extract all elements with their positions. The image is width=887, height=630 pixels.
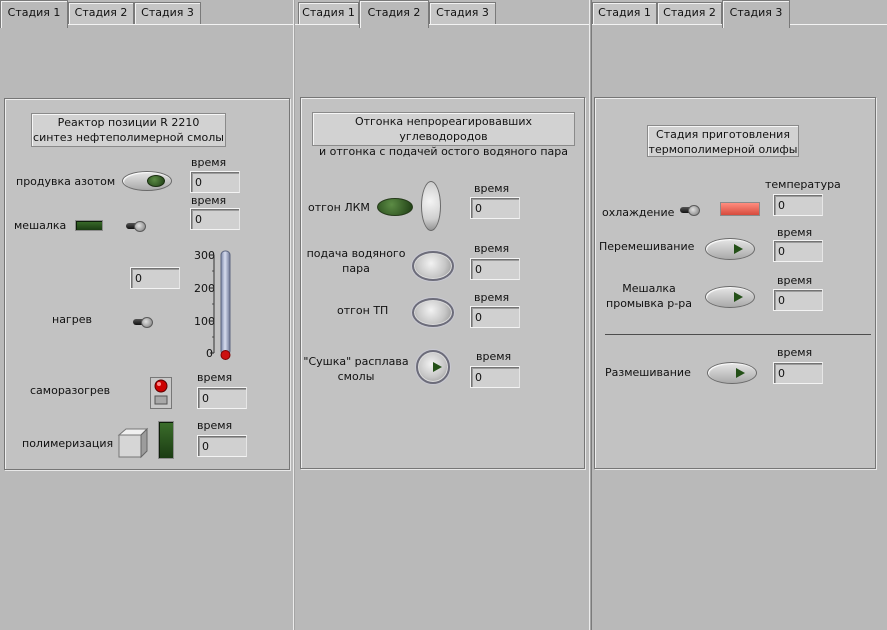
drying-label: "Сушка" расплава смолы — [301, 354, 411, 384]
thermometer-gauge — [210, 250, 231, 360]
panel-title: Отгонка непрореагировавших углеводородов… — [312, 112, 575, 158]
wash-time-field[interactable]: 0 — [773, 289, 823, 311]
reactor-panel: Реактор позиции R 2210 синтез нефтеполим… — [4, 98, 290, 470]
title-line-1: Реактор позиции R 2210 — [57, 116, 200, 129]
title-line-2: термополимерной олифы — [648, 143, 798, 156]
stir-time-label: время — [777, 346, 813, 359]
polymer-led — [158, 421, 174, 459]
cooling-toggle-switch[interactable] — [680, 204, 704, 216]
steam-label-line-2: пара — [342, 262, 370, 275]
purge-label: продувка азотом — [16, 175, 116, 188]
thermometer-bulb — [220, 350, 231, 360]
temperature-label: температура — [765, 178, 841, 191]
lkm-label: отгон ЛКМ — [308, 201, 370, 214]
steam-label-line-1: подача водяного — [306, 247, 406, 260]
tab-stage-2[interactable]: Стадия 2 — [359, 0, 429, 28]
selfheat-label: саморазогрев — [30, 384, 111, 397]
purge-time-label: время — [191, 156, 227, 169]
title-line-1: Отгонка непрореагировавших углеводородов — [354, 115, 533, 143]
lkm-led-indicator — [377, 198, 413, 216]
purge-led-icon — [147, 175, 165, 187]
lkm-switch[interactable] — [421, 181, 441, 231]
purge-switch[interactable] — [122, 171, 172, 191]
mixer-time-label: время — [191, 194, 227, 207]
polymer-time-field[interactable]: 0 — [197, 435, 247, 457]
steam-time-field[interactable]: 0 — [470, 258, 520, 280]
wash-label-line-2: промывка р-ра — [606, 297, 692, 310]
steam-label: подача водяного пара — [306, 246, 406, 276]
lkm-time-field[interactable]: 0 — [470, 197, 520, 219]
steam-button[interactable] — [412, 251, 454, 281]
cooling-label: охлаждение — [602, 206, 675, 219]
tab-stage-1[interactable]: Стадия 1 — [298, 2, 359, 24]
stir-play-icon — [736, 368, 745, 378]
mixer-led — [75, 220, 103, 231]
wash-button[interactable] — [705, 286, 755, 308]
temperature-field[interactable]: 0 — [773, 194, 823, 216]
tab-stage-2[interactable]: Стадия 2 — [68, 2, 134, 24]
lkm-time-label: время — [474, 182, 510, 195]
mixer-label: мешалка — [14, 219, 67, 232]
polymer-label: полимеризация — [22, 437, 114, 450]
wash-play-icon — [734, 292, 743, 302]
mixer-toggle-switch[interactable] — [126, 220, 150, 232]
cooling-led — [720, 202, 760, 216]
steam-time-label: время — [474, 242, 510, 255]
purge-time-field[interactable]: 0 — [190, 171, 240, 193]
tab-stage-1[interactable]: Стадия 1 — [592, 2, 657, 24]
tp-label: отгон ТП — [337, 304, 389, 317]
stir-button[interactable] — [707, 362, 757, 384]
drying-time-field[interactable]: 0 — [470, 366, 520, 388]
heating-toggle-switch[interactable] — [133, 316, 157, 328]
selfheat-alarm-icon — [150, 377, 172, 409]
title-line-2: и отгонка с подачей остого водяного пара — [318, 145, 569, 158]
drying-label-line-1: "Сушка" расплава — [303, 355, 409, 368]
heating-label: нагрев — [52, 313, 92, 326]
tab-stage-1[interactable]: Стадия 1 — [0, 0, 68, 28]
tp-time-label: время — [474, 291, 510, 304]
tab-strip: Стадия 1 Стадия 2 Стадия 3 — [0, 0, 295, 28]
mixer-time-field[interactable]: 0 — [190, 208, 240, 230]
drying-button[interactable] — [416, 350, 450, 384]
stage-1-window: Стадия 1 Стадия 2 Стадия 3 Реактор позиц… — [0, 0, 295, 630]
title-line-2: синтез нефтеполимерной смолы — [33, 131, 224, 144]
tp-time-field[interactable]: 0 — [470, 306, 520, 328]
tab-stage-3[interactable]: Стадия 3 — [134, 2, 201, 24]
tab-strip: Стадия 1 Стадия 2 Стадия 3 — [592, 0, 887, 28]
panel-title: Реактор позиции R 2210 синтез нефтеполим… — [31, 113, 226, 147]
stage-3-window: Стадия 1 Стадия 2 Стадия 3 Стадия пригот… — [592, 0, 887, 630]
mixing-time-field[interactable]: 0 — [773, 240, 823, 262]
tab-strip: Стадия 1 Стадия 2 Стадия 3 — [295, 0, 592, 28]
distillation-panel: Отгонка непрореагировавших углеводородов… — [300, 97, 585, 469]
title-line-1: Стадия приготовления — [656, 128, 790, 141]
tab-stage-3[interactable]: Стадия 3 — [429, 2, 496, 24]
stir-label: Размешивание — [605, 366, 691, 379]
mixing-button[interactable] — [705, 238, 755, 260]
drying-time-label: время — [476, 350, 512, 363]
panel-title: Стадия приготовления термополимерной оли… — [647, 125, 799, 157]
selfheat-time-field[interactable]: 0 — [197, 387, 247, 409]
tab-stage-2[interactable]: Стадия 2 — [657, 2, 722, 24]
mixing-time-label: время — [777, 226, 813, 239]
polymer-button-icon[interactable] — [117, 427, 149, 459]
stir-time-field[interactable]: 0 — [773, 362, 823, 384]
wash-label-line-1: Мешалка — [622, 282, 676, 295]
drying-label-line-2: смолы — [337, 370, 375, 383]
tp-button[interactable] — [412, 298, 454, 327]
heat-value-field[interactable]: 0 — [130, 267, 180, 289]
olifa-panel: Стадия приготовления термополимерной оли… — [594, 97, 876, 469]
stage-2-window: Стадия 1 Стадия 2 Стадия 3 Отгонка непро… — [295, 0, 592, 630]
mixing-label: Перемешивание — [599, 240, 695, 253]
polymer-time-label: время — [197, 419, 233, 432]
mixing-play-icon — [734, 244, 743, 254]
separator-line — [605, 334, 871, 335]
tab-stage-3[interactable]: Стадия 3 — [722, 0, 790, 28]
drying-play-icon — [433, 362, 442, 372]
selfheat-time-label: время — [197, 371, 233, 384]
wash-time-label: время — [777, 274, 813, 287]
wash-label: Мешалка промывка р-ра — [599, 281, 699, 311]
